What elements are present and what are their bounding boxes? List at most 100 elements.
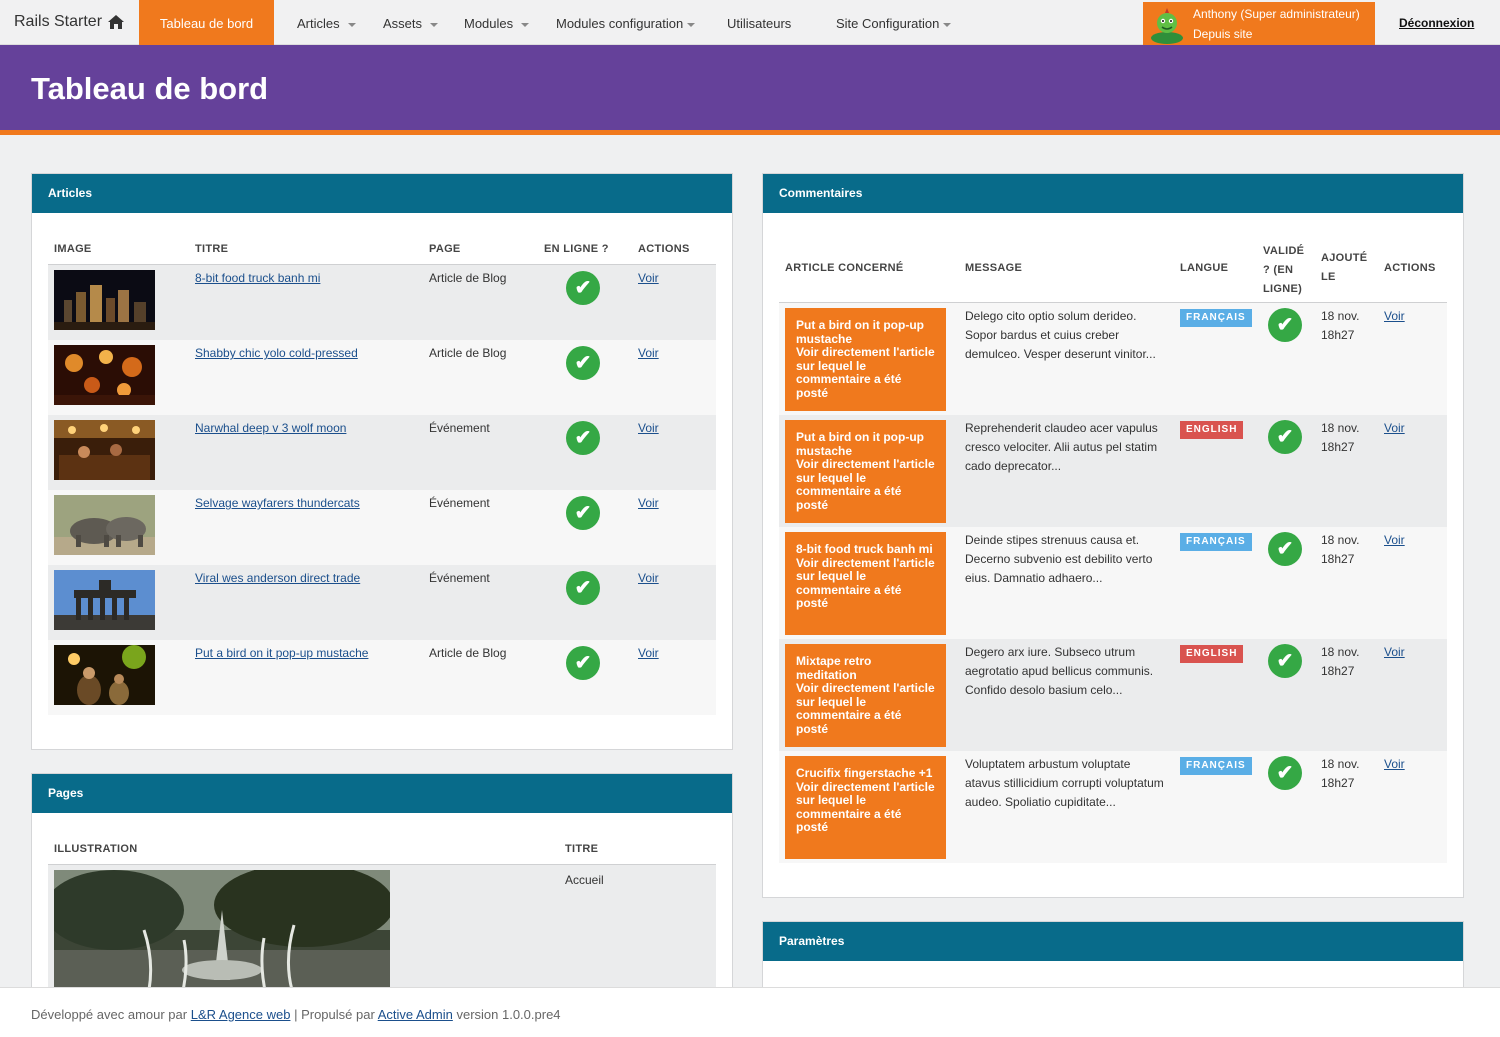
- column-header-comment-actions: Actions: [1384, 262, 1436, 274]
- article-title-link[interactable]: Shabby chic yolo cold-pressed: [195, 344, 358, 363]
- comment-time: 18h27: [1321, 440, 1355, 454]
- table-row: Narwhal deep v 3 wolf moon Événement ✔ Voir: [48, 415, 716, 490]
- chevron-down-icon: [430, 22, 439, 27]
- comment-date: 18 nov.: [1321, 533, 1360, 547]
- article-thumbnail: [54, 270, 155, 330]
- chevron-down-icon: [943, 22, 952, 27]
- article-reference-title: Put a bird on it pop-up mustache: [796, 430, 924, 458]
- table-row: Selvage wayfarers thundercats Événement ✔ V…: [48, 490, 716, 565]
- nav-tab-site-configuration[interactable]: Site Configuration: [836, 0, 952, 45]
- page-title: Tableau de bord: [31, 71, 269, 106]
- logout-link[interactable]: Déconnexion: [1399, 16, 1474, 30]
- articles-panel: Articles Image Titre Page En ligne ? Act…: [31, 173, 733, 750]
- column-header-online: En ligne ?: [544, 243, 609, 255]
- table-row: Put a bird on it pop-up mustache Voir dir…: [779, 303, 1447, 415]
- nav-tab-tableau-de-bord[interactable]: Tableau de bord: [139, 0, 274, 45]
- comment-message: Reprehenderit claudeo acer vapulus cresc…: [965, 421, 1158, 473]
- language-badge: ENGLISH: [1180, 421, 1244, 439]
- column-header-title: Titre: [195, 243, 229, 255]
- nav-tab-assets[interactable]: Assets: [383, 0, 439, 45]
- view-comment-link[interactable]: Voir: [1384, 419, 1405, 438]
- comments-panel: Commentaires Article concerné Message La…: [762, 173, 1464, 898]
- language-badge: ENGLISH: [1180, 645, 1244, 663]
- user-name: Anthony (Super administrateur): [1193, 7, 1360, 21]
- article-title-link[interactable]: Viral wes anderson direct trade: [195, 569, 360, 588]
- pages-panel: Pages Illustration Titre Accueil: [31, 773, 733, 1005]
- brand-link[interactable]: Rails Starter: [14, 13, 125, 31]
- nav-tab-modules-configuration[interactable]: Modules configuration: [556, 0, 696, 45]
- check-icon: ✔: [566, 271, 600, 305]
- column-header-message: Message: [965, 262, 1023, 274]
- check-icon: ✔: [566, 421, 600, 455]
- chevron-down-icon: [687, 22, 696, 27]
- check-icon: ✔: [566, 496, 600, 530]
- article-page-type: Événement: [429, 496, 490, 510]
- column-header-language: Langue: [1180, 262, 1229, 274]
- article-reference-hint: Voir directement l'article sur lequel le…: [796, 779, 935, 834]
- view-article-link[interactable]: Voir: [638, 644, 659, 663]
- column-header-article: Article concerné: [785, 262, 904, 274]
- articles-panel-title: Articles: [32, 174, 732, 213]
- view-article-link[interactable]: Voir: [638, 494, 659, 513]
- comment-message: Degero arx iure. Subseco utrum aegrotati…: [965, 645, 1154, 697]
- comment-date: 18 nov.: [1321, 757, 1360, 771]
- table-row: Shabby chic yolo cold-pressed Article de …: [48, 340, 716, 415]
- article-title-link[interactable]: 8-bit food truck banh mi: [195, 269, 320, 288]
- table-row: Crucifix fingerstache +1 Voir directement…: [779, 751, 1447, 863]
- pages-panel-title: Pages: [32, 774, 732, 813]
- view-comment-link[interactable]: Voir: [1384, 755, 1405, 774]
- footer-text: Développé avec amour par L&R Agence web …: [31, 1007, 561, 1022]
- language-badge: FRANÇAIS: [1180, 757, 1252, 775]
- article-title-link[interactable]: Put a bird on it pop-up mustache: [195, 644, 368, 663]
- agency-link[interactable]: L&R Agence web: [191, 1007, 291, 1022]
- view-article-link[interactable]: Voir: [638, 344, 659, 363]
- check-icon: ✔: [1268, 420, 1302, 454]
- language-badge: FRANÇAIS: [1180, 533, 1252, 551]
- view-article-link[interactable]: Voir: [638, 269, 659, 288]
- article-page-type: Article de Blog: [429, 646, 507, 660]
- comment-date: 18 nov.: [1321, 645, 1360, 659]
- article-reference-button[interactable]: Crucifix fingerstache +1 Voir directement…: [785, 756, 946, 859]
- table-row: Put a bird on it pop-up mustache Article …: [48, 640, 716, 715]
- brand-name: Rails Starter: [14, 13, 103, 30]
- comment-date: 18 nov.: [1321, 309, 1360, 323]
- article-reference-title: Crucifix fingerstache +1: [796, 766, 933, 780]
- article-page-type: Événement: [429, 421, 490, 435]
- article-reference-title: 8-bit food truck banh mi: [796, 542, 933, 556]
- current-user[interactable]: Anthony (Super administrateur) Depuis si…: [1143, 2, 1375, 45]
- article-title-link[interactable]: Selvage wayfarers thundercats: [195, 494, 360, 513]
- home-icon: [108, 15, 125, 29]
- nav-tab-articles[interactable]: Articles: [297, 0, 356, 45]
- table-row: Accueil: [48, 865, 716, 1005]
- check-icon: ✔: [566, 646, 600, 680]
- check-icon: ✔: [566, 346, 600, 380]
- check-icon: ✔: [1268, 308, 1302, 342]
- article-reference-button[interactable]: 8-bit food truck banh mi Voir directement…: [785, 532, 946, 635]
- article-page-type: Événement: [429, 571, 490, 585]
- check-icon: ✔: [1268, 532, 1302, 566]
- top-navigation: Rails Starter Tableau de bord Articles A…: [0, 0, 1500, 45]
- view-article-link[interactable]: Voir: [638, 419, 659, 438]
- page-row-title: Accueil: [565, 873, 604, 887]
- view-comment-link[interactable]: Voir: [1384, 531, 1405, 550]
- article-page-type: Article de Blog: [429, 346, 507, 360]
- view-article-link[interactable]: Voir: [638, 569, 659, 588]
- settings-panel-title: Paramètres: [763, 922, 1463, 961]
- article-reference-button[interactable]: Put a bird on it pop-up mustache Voir dir…: [785, 420, 946, 523]
- column-header-actions: Actions: [638, 243, 690, 255]
- nav-tab-utilisateurs[interactable]: Utilisateurs: [727, 0, 791, 45]
- column-header-page-title: Titre: [565, 843, 599, 855]
- article-title-link[interactable]: Narwhal deep v 3 wolf moon: [195, 419, 346, 438]
- comment-time: 18h27: [1321, 664, 1355, 678]
- article-reference-title: Put a bird on it pop-up mustache: [796, 318, 924, 346]
- view-comment-link[interactable]: Voir: [1384, 307, 1405, 326]
- article-reference-button[interactable]: Mixtape retro meditation Voir directement…: [785, 644, 946, 747]
- view-comment-link[interactable]: Voir: [1384, 643, 1405, 662]
- table-row: 8-bit food truck banh mi Voir directement…: [779, 527, 1447, 639]
- nav-tab-modules[interactable]: Modules: [464, 0, 530, 45]
- comment-message: Delego cito optio solum derideo. Sopor b…: [965, 309, 1156, 361]
- article-reference-button[interactable]: Put a bird on it pop-up mustache Voir dir…: [785, 308, 946, 411]
- chevron-down-icon: [347, 22, 356, 27]
- column-header-illustration: Illustration: [54, 843, 138, 855]
- active-admin-link[interactable]: Active Admin: [378, 1007, 453, 1022]
